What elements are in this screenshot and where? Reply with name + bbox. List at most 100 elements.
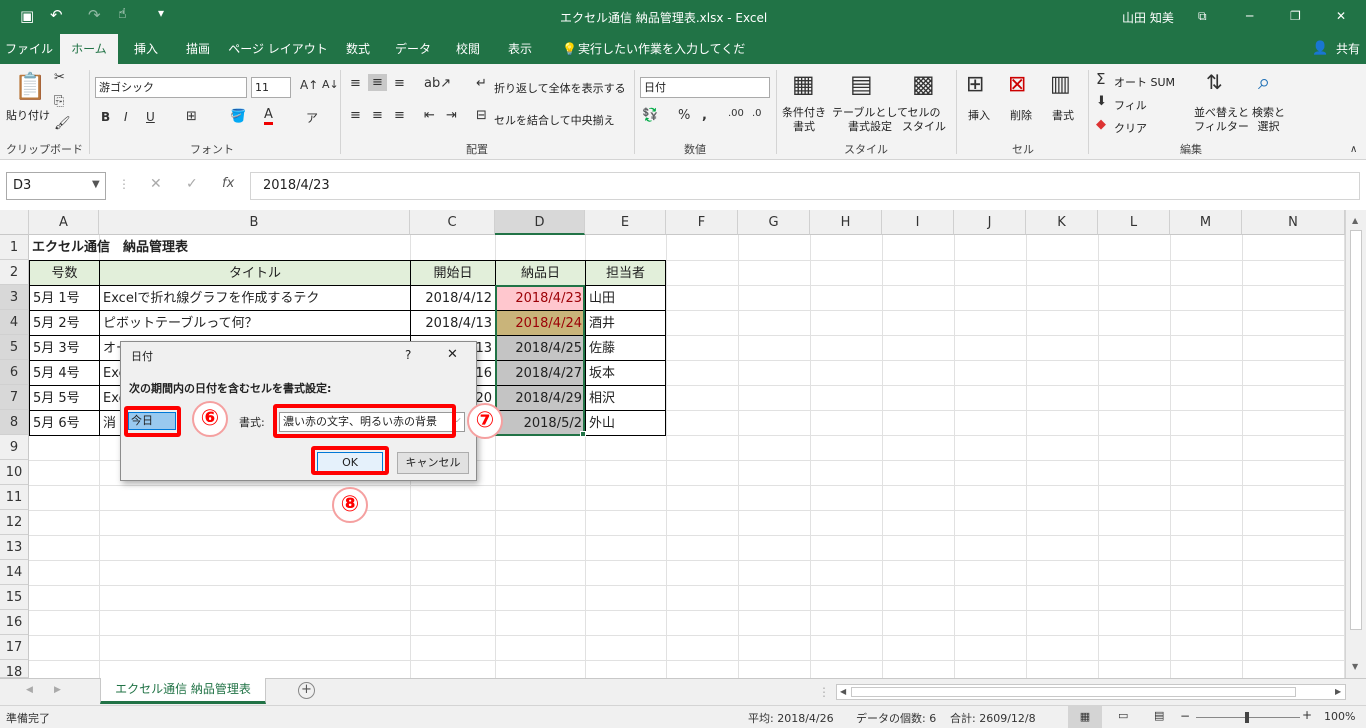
font-color-icon[interactable]: A	[264, 108, 273, 125]
tab-draw[interactable]: 描画	[174, 34, 222, 64]
header-cell[interactable]: タイトル	[99, 260, 411, 286]
row-header[interactable]: 13	[0, 535, 29, 560]
scroll-down-icon[interactable]: ▼	[1352, 662, 1358, 671]
row-header[interactable]: 16	[0, 610, 29, 635]
format-cells-button[interactable]: 書式	[1052, 107, 1074, 123]
tab-page-layout[interactable]: ページ レイアウト	[228, 34, 328, 64]
copy-icon[interactable]: ⎘	[54, 94, 64, 109]
fill-icon[interactable]: ⬇	[1096, 94, 1107, 109]
table-cell[interactable]: 2018/4/12	[410, 285, 496, 311]
splitter-icon[interactable]: ⋮	[818, 685, 830, 699]
column-header[interactable]: B	[99, 210, 410, 235]
table-cell[interactable]: 酒井	[585, 310, 666, 336]
table-cell[interactable]: Excelで折れ線グラフを作成するテク	[99, 285, 411, 311]
normal-view-icon[interactable]: ▦	[1068, 706, 1102, 728]
vertical-scrollbar[interactable]: ▲ ▼	[1345, 210, 1366, 678]
format-painter-icon[interactable]: 🖌	[54, 116, 71, 131]
clear-button[interactable]: クリア	[1114, 120, 1147, 136]
column-header[interactable]: E	[585, 210, 666, 235]
column-header[interactable]: J	[954, 210, 1026, 235]
row-header[interactable]: 2	[0, 260, 29, 285]
fill-button[interactable]: フィル	[1114, 97, 1147, 113]
autosum-icon[interactable]: Σ	[1096, 70, 1105, 88]
phonetic-icon[interactable]: ア	[306, 109, 318, 126]
formula-input[interactable]: 2018/4/23	[250, 172, 1360, 200]
border-icon[interactable]: ⊞	[186, 109, 197, 124]
font-size-select[interactable]: 11	[251, 77, 291, 98]
header-cell[interactable]: 納品日	[495, 260, 586, 286]
sort-filter-icon[interactable]: ⇅	[1206, 70, 1223, 94]
table-cell[interactable]: 5月 6号	[29, 410, 100, 436]
find-select-icon[interactable]: ⌕	[1258, 70, 1270, 95]
scroll-right-icon[interactable]: ▶	[1335, 687, 1341, 696]
header-cell[interactable]: 開始日	[410, 260, 496, 286]
increase-decimal-icon[interactable]: .00	[728, 108, 744, 119]
cancel-icon[interactable]: ✕	[150, 176, 162, 192]
sheet-title[interactable]: エクセル通信 納品管理表	[29, 235, 410, 260]
table-cell[interactable]: 2018/4/24	[495, 310, 586, 336]
select-all-button[interactable]	[0, 210, 29, 235]
tab-home[interactable]: ホーム	[60, 34, 118, 64]
row-header[interactable]: 8	[0, 410, 29, 435]
table-cell[interactable]: 5月 3号	[29, 335, 100, 361]
fill-color-icon[interactable]: 🪣	[230, 109, 246, 124]
tab-view[interactable]: 表示	[496, 34, 544, 64]
wrap-text-button[interactable]: 折り返して全体を表示する	[494, 80, 626, 96]
percent-icon[interactable]: %	[678, 108, 690, 123]
merge-center-button[interactable]: セルを結合して中央揃え	[494, 112, 615, 128]
redo-icon[interactable]: ↷	[88, 6, 101, 24]
table-cell[interactable]: 外山	[585, 410, 666, 436]
zoom-slider-thumb[interactable]	[1245, 712, 1249, 723]
table-cell[interactable]: 2018/4/25	[495, 335, 586, 361]
decrease-decimal-icon[interactable]: .0	[752, 108, 762, 119]
autosum-button[interactable]: オート SUM	[1114, 74, 1175, 90]
header-cell[interactable]: 担当者	[585, 260, 666, 286]
row-header[interactable]: 4	[0, 310, 29, 335]
wrap-text-icon[interactable]: ↵	[476, 76, 487, 91]
increase-indent-icon[interactable]: ⇥	[446, 108, 457, 123]
table-cell[interactable]: 5月 1号	[29, 285, 100, 311]
bold-icon[interactable]: B	[101, 110, 110, 124]
column-header[interactable]: F	[666, 210, 738, 235]
page-break-view-icon[interactable]: ▤	[1154, 709, 1164, 722]
column-header[interactable]: G	[738, 210, 810, 235]
font-shrink-icon[interactable]: A↓	[322, 78, 339, 91]
column-header-selected[interactable]: D	[495, 210, 585, 235]
tab-file[interactable]: ファイル	[0, 34, 58, 64]
row-header[interactable]: 7	[0, 385, 29, 410]
add-sheet-icon[interactable]: +	[298, 682, 315, 699]
align-right-icon[interactable]: ≡	[394, 108, 405, 123]
column-header[interactable]: K	[1026, 210, 1098, 235]
tab-insert[interactable]: 挿入	[122, 34, 170, 64]
table-cell[interactable]: 2018/4/23	[495, 285, 586, 311]
table-cell[interactable]: 2018/4/29	[495, 385, 586, 411]
table-cell[interactable]: 2018/4/27	[495, 360, 586, 386]
align-top-icon[interactable]: ≡	[350, 76, 361, 91]
ribbon-display-icon[interactable]: ⧉	[1198, 9, 1207, 24]
merge-center-icon[interactable]: ⊟	[476, 108, 487, 123]
name-box[interactable]: D3	[6, 172, 106, 200]
find-select-button[interactable]: 検索と 選択	[1252, 106, 1285, 134]
table-cell[interactable]: 山田	[585, 285, 666, 311]
hscroll-thumb[interactable]	[851, 687, 1296, 697]
table-cell[interactable]: 5月 4号	[29, 360, 100, 386]
row-header[interactable]: 9	[0, 435, 29, 460]
zoom-out-icon[interactable]: −	[1180, 709, 1190, 723]
minimize-icon[interactable]: ─	[1246, 9, 1253, 23]
column-header[interactable]: H	[810, 210, 882, 235]
row-header[interactable]: 14	[0, 560, 29, 585]
insert-cells-button[interactable]: 挿入	[968, 107, 990, 123]
scroll-left-icon[interactable]: ◀	[840, 687, 846, 696]
row-header[interactable]: 1	[0, 235, 29, 260]
tab-review[interactable]: 校閲	[444, 34, 492, 64]
clear-icon[interactable]: ◆	[1096, 117, 1106, 132]
header-cell[interactable]: 号数	[29, 260, 100, 286]
table-cell[interactable]: 2018/4/13	[410, 310, 496, 336]
column-header[interactable]: N	[1242, 210, 1345, 235]
font-grow-icon[interactable]: A↑	[300, 78, 318, 92]
number-format-select[interactable]: 日付	[640, 77, 770, 98]
next-sheet-icon[interactable]: ▶	[54, 685, 61, 695]
table-format-icon[interactable]: ▤	[850, 70, 873, 98]
horizontal-scrollbar[interactable]: ◀ ▶	[836, 684, 1346, 700]
table-cell[interactable]: 佐藤	[585, 335, 666, 361]
